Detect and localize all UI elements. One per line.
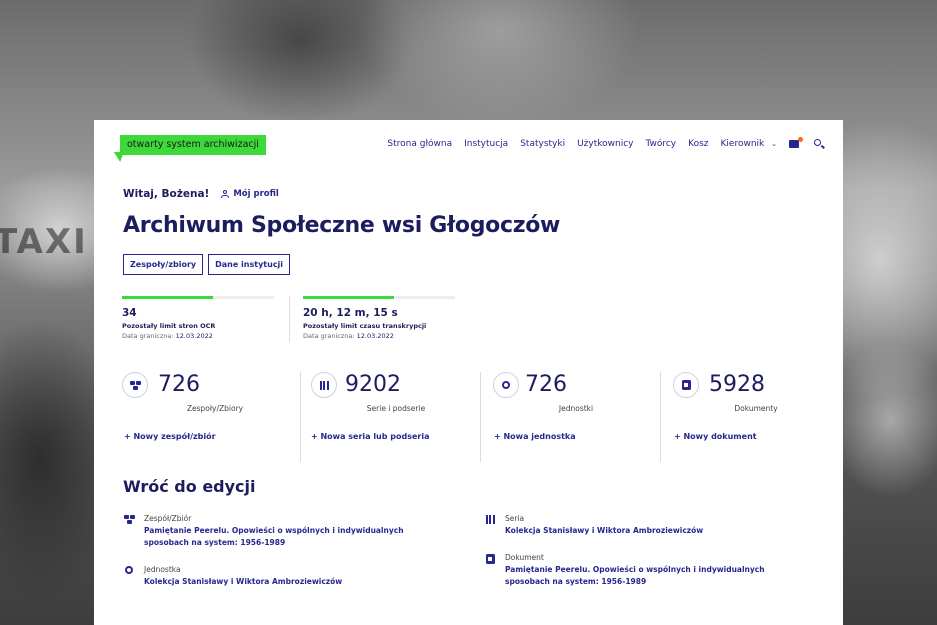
ring-icon [125, 566, 133, 574]
units-count: 726 [525, 372, 567, 397]
series-badge [311, 372, 337, 398]
documents-badge [673, 372, 699, 398]
ring-icon [502, 381, 510, 389]
recent-collection-link[interactable]: Pamiętanie Peerelu. Opowieści o wspólnyc… [144, 525, 443, 549]
recent-document-link[interactable]: Pamiętanie Peerelu. Opowieści o wspólnyc… [505, 564, 804, 588]
tab-institution-data[interactable]: Dane instytucji [208, 254, 291, 275]
add-series-button[interactable]: + Nowa seria lub podseria [311, 432, 429, 441]
documents-label: Dokumenty [734, 404, 778, 413]
main-nav: Strona główna Instytucja Statystyki Użyt… [387, 136, 825, 150]
series-label: Serie i podserie [366, 404, 426, 413]
document-icon [681, 380, 691, 390]
units-badge [493, 372, 519, 398]
bars-icon [319, 380, 329, 390]
tree-icon [129, 380, 141, 390]
ocr-limit-date-label: Data graniczna: [122, 332, 174, 340]
nav-home[interactable]: Strona główna [387, 139, 452, 149]
ocr-limit-bar-fill [122, 296, 214, 299]
transcription-limit-date-label: Data graniczna: [303, 332, 355, 340]
add-collection-button[interactable]: + Nowy zespół/zbiór [124, 432, 216, 441]
my-profile-link[interactable]: Mój profil [221, 189, 279, 199]
ocr-limit-label: Pozostały limit stron OCR [122, 322, 216, 330]
stats-row: 726 Zespoły/Zbiory + Nowy zespół/zbiór 9… [120, 372, 840, 462]
chat-icon[interactable] [789, 136, 803, 150]
stat-collections: 726 Zespoły/Zbiory + Nowy zespół/zbiór [120, 372, 300, 462]
recent-unit: Jednostka Kolekcja Stanisławy i Wiktora … [123, 565, 443, 588]
logo-tail [110, 152, 124, 162]
ocr-limit-bar [122, 296, 274, 299]
user-icon [221, 190, 230, 198]
collections-label: Zespoły/Zbiory [186, 404, 244, 413]
recent-series-link[interactable]: Kolekcja Stanisławy i Wiktora Ambroziewi… [505, 525, 703, 537]
recent-unit-category: Jednostka [144, 565, 181, 574]
add-unit-button[interactable]: + Nowa jednostka [494, 432, 576, 441]
add-document-button[interactable]: + Nowy dokument [674, 432, 757, 441]
nav-trash[interactable]: Kosz [688, 139, 708, 149]
logo[interactable]: otwarty system archiwizacji [120, 135, 266, 155]
back-to-edit-title: Wróć do edycji [123, 477, 256, 496]
ocr-limit-value: 34 [122, 307, 137, 319]
ocr-limit: 34 Pozostały limit stron OCR Data granic… [122, 296, 274, 340]
tree-icon [123, 515, 135, 524]
background-taxi-sign: TAXI [0, 222, 88, 262]
nav-institution[interactable]: Instytucja [464, 139, 508, 149]
tab-bar: Zespoły/zbiory Dane instytucji [123, 254, 291, 275]
user-menu[interactable]: Kierownik ⌄ [721, 139, 777, 149]
transcription-limit-bar-fill [303, 296, 395, 299]
bars-icon [485, 515, 495, 537]
greeting: Witaj, Bożena! Mój profil [123, 188, 279, 200]
ocr-limit-date-value: 12.03.2022 [175, 332, 213, 340]
user-menu-label: Kierownik [720, 139, 765, 149]
collections-count: 726 [158, 372, 200, 397]
recent-document-category: Dokument [505, 553, 544, 562]
transcription-limit-date-value: 12.03.2022 [356, 332, 394, 340]
series-count: 9202 [345, 372, 401, 397]
dashboard-card: otwarty system archiwizacji Strona główn… [94, 120, 843, 625]
nav-creators[interactable]: Twórcy [645, 139, 676, 149]
page-title: Archiwum Społeczne wsi Głogoczów [123, 213, 561, 238]
tab-collections[interactable]: Zespoły/zbiory [123, 254, 204, 275]
stat-series: 9202 Serie i podserie + Nowa seria lub p… [300, 372, 480, 462]
recent-unit-link[interactable]: Kolekcja Stanisławy i Wiktora Ambroziewi… [144, 576, 342, 588]
my-profile-label: Mój profil [233, 189, 279, 199]
document-icon [485, 554, 495, 564]
recent-collection: Zespół/Zbiór Pamiętanie Peerelu. Opowieś… [123, 514, 443, 549]
transcription-limit-label: Pozostały limit czasu transkrypcji [303, 322, 427, 330]
limit-divider [289, 296, 290, 342]
documents-count: 5928 [709, 372, 765, 397]
recent-series: Seria Kolekcja Stanisławy i Wiktora Ambr… [484, 514, 804, 537]
transcription-limit-value: 20 h, 12 m, 15 s [303, 307, 398, 319]
chevron-down-icon: ⌄ [771, 140, 777, 148]
collections-badge [122, 372, 148, 398]
stat-documents: 5928 Dokumenty + Nowy dokument [660, 372, 840, 462]
nav-users[interactable]: Użytkownicy [577, 139, 633, 149]
transcription-limit-date: Data graniczna: 12.03.2022 [303, 332, 455, 340]
transcription-limit-bar [303, 296, 455, 299]
recent-document: Dokument Pamiętanie Peerelu. Opowieści o… [484, 553, 804, 588]
ocr-limit-date: Data graniczna: 12.03.2022 [122, 332, 274, 340]
stat-units: 726 Jednostki + Nowa jednostka [480, 372, 660, 462]
recent-collection-category: Zespół/Zbiór [144, 514, 192, 523]
nav-statistics[interactable]: Statystyki [520, 139, 565, 149]
greeting-text: Witaj, Bożena! [123, 188, 210, 200]
notification-dot [798, 136, 803, 142]
units-label: Jednostki [558, 404, 594, 413]
recent-series-category: Seria [505, 514, 525, 523]
search-icon[interactable] [813, 138, 825, 150]
transcription-limit: 20 h, 12 m, 15 s Pozostały limit czasu t… [303, 296, 455, 340]
